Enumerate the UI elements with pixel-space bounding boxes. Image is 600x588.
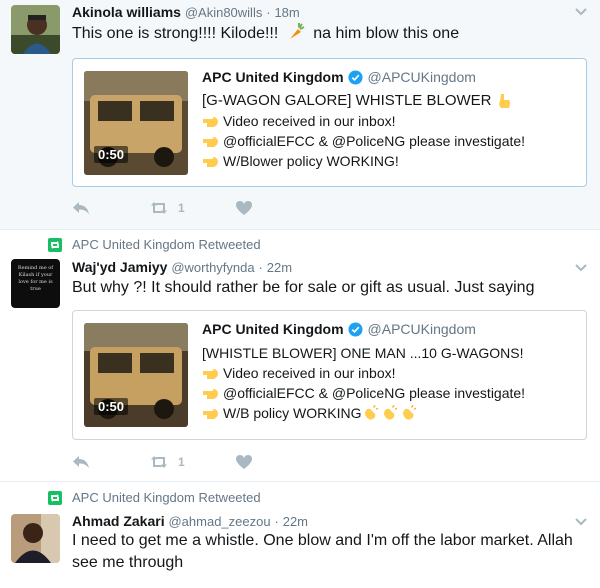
like-icon	[235, 201, 252, 215]
quoted-author-handle[interactable]: @APCUKingdom	[368, 69, 476, 85]
pointing-hand-emoji	[203, 157, 218, 167]
quoted-line-3: @officialEFCC & @PoliceNG please investi…	[202, 383, 525, 403]
quoted-tweet[interactable]: 0:50 APC United Kingdom @APCUKingdom [WH…	[72, 310, 587, 440]
reply-button[interactable]	[72, 454, 90, 470]
like-button[interactable]	[235, 454, 253, 470]
quoted-line-3: @officialEFCC & @PoliceNG please investi…	[202, 131, 525, 151]
author-handle[interactable]: @worthyfynda	[171, 260, 254, 275]
retweet-icon	[151, 456, 167, 468]
like-button[interactable]	[235, 200, 253, 216]
timestamp[interactable]: 22m	[283, 514, 308, 529]
quoted-line-1: [G-WAGON GALORE] WHISTLE BLOWER	[202, 91, 516, 111]
retweet-button[interactable]: 1	[150, 200, 185, 216]
video-duration: 0:50	[94, 398, 129, 415]
reply-button[interactable]	[72, 200, 90, 216]
video-duration: 0:50	[94, 146, 129, 163]
quoted-line-4-text: W/Blower policy WORKING!	[223, 153, 399, 169]
video-thumbnail[interactable]: 0:50	[84, 323, 188, 427]
retweet-icon	[151, 202, 167, 214]
retweet-context-label[interactable]: APC United Kingdom Retweeted	[72, 237, 261, 252]
quoted-line-3-text: @officialEFCC & @PoliceNG please investi…	[223, 133, 526, 149]
tweet-header: Ahmad Zakari @ahmad_zeezou · 22m	[72, 512, 308, 531]
author-name[interactable]: Waj'yd Jamiyy	[72, 259, 167, 275]
tweet-1[interactable]: Akinola williams @Akin80wills · 18m This…	[0, 0, 600, 230]
quoted-line-2: Video received in our inbox!	[202, 111, 396, 131]
tweet-text-part-2: na him blow this one	[313, 25, 460, 42]
tweet-text-part-1: This one is strong!!!! Kilode!!!	[72, 25, 279, 42]
tweet-3[interactable]: APC United Kingdom Retweeted Ahmad Zakar…	[0, 482, 600, 588]
avatar-caption: Remind me of Kilash if your love for me …	[17, 265, 54, 292]
quoted-author-name[interactable]: APC United Kingdom	[202, 69, 344, 85]
author-name[interactable]: Ahmad Zakari	[72, 513, 165, 529]
clapping-hands-emoji	[384, 405, 398, 420]
tweet-text: I need to get me a whistle. One blow and…	[72, 532, 573, 571]
author-handle[interactable]: @Akin80wills	[185, 5, 263, 20]
retweet-count: 1	[178, 455, 185, 469]
retweet-context: APC United Kingdom Retweeted	[48, 237, 261, 252]
quoted-header: APC United Kingdom @APCUKingdom	[202, 321, 476, 337]
quoted-line-2-text: Video received in our inbox!	[223, 113, 396, 129]
pointing-hand-emoji	[499, 94, 511, 108]
tweet-header: Akinola williams @Akin80wills · 18m	[72, 3, 300, 22]
like-icon	[235, 455, 252, 469]
retweet-button[interactable]: 1	[150, 454, 185, 470]
quoted-header: APC United Kingdom @APCUKingdom	[202, 69, 476, 85]
quoted-author-name[interactable]: APC United Kingdom	[202, 321, 344, 337]
quoted-line-1-text: [WHISTLE BLOWER] ONE MAN ...10 G-WAGONS!	[202, 345, 524, 361]
pointing-hand-emoji	[203, 117, 218, 127]
pointing-hand-emoji	[203, 369, 218, 379]
retweet-count: 1	[178, 201, 185, 215]
separator-dot: ·	[258, 260, 263, 275]
retweet-context-label[interactable]: APC United Kingdom Retweeted	[72, 490, 261, 505]
separator-dot: ·	[274, 514, 279, 529]
timestamp[interactable]: 18m	[274, 5, 299, 20]
carrot-emoji	[289, 23, 305, 39]
author-handle[interactable]: @ahmad_zeezou	[168, 514, 270, 529]
tweet-header: Waj'yd Jamiyy @worthyfynda · 22m	[72, 258, 292, 277]
quoted-line-4: W/B policy WORKING	[202, 403, 418, 423]
avatar[interactable]: Remind me of Kilash if your love for me …	[11, 259, 60, 308]
retweeted-icon	[48, 490, 62, 505]
retweeted-icon	[48, 237, 62, 252]
author-name[interactable]: Akinola williams	[72, 4, 181, 20]
pointing-hand-emoji	[203, 389, 218, 399]
clapping-hands-emoji	[365, 405, 379, 420]
quoted-line-1: [WHISTLE BLOWER] ONE MAN ...10 G-WAGONS!	[202, 343, 524, 363]
clapping-hands-emoji	[403, 405, 417, 420]
quoted-line-3-text: @officialEFCC & @PoliceNG please investi…	[223, 385, 526, 401]
reply-icon	[73, 456, 89, 468]
quoted-line-4: W/Blower policy WORKING!	[202, 151, 399, 171]
caret-down-icon[interactable]	[574, 5, 588, 19]
tweet-2[interactable]: APC United Kingdom Retweeted Remind me o…	[0, 230, 600, 482]
quoted-line-1-text: [G-WAGON GALORE] WHISTLE BLOWER	[202, 92, 492, 109]
caret-down-icon[interactable]	[574, 261, 588, 275]
verified-badge-icon	[348, 321, 363, 337]
pointing-hand-emoji	[203, 137, 218, 147]
tweet-actions: 1	[72, 198, 253, 218]
tweet-text: But why ?! It should rather be for sale …	[72, 279, 535, 296]
reply-icon	[73, 202, 89, 214]
quoted-tweet[interactable]: 0:50 APC United Kingdom @APCUKingdom [G-…	[72, 58, 587, 187]
verified-badge-icon	[348, 69, 363, 85]
pointing-hand-emoji	[203, 409, 218, 419]
tweet-text: This one is strong!!!! Kilode!!! na him …	[72, 23, 582, 45]
retweet-context: APC United Kingdom Retweeted	[48, 490, 261, 505]
quoted-line-4-text: W/B policy WORKING	[223, 405, 362, 421]
separator-dot: ·	[266, 5, 271, 20]
quoted-author-handle[interactable]: @APCUKingdom	[368, 321, 476, 337]
timestamp[interactable]: 22m	[267, 260, 292, 275]
tweet-actions: 1	[72, 452, 253, 472]
quoted-line-2-text: Video received in our inbox!	[223, 365, 396, 381]
quoted-line-2: Video received in our inbox!	[202, 363, 396, 383]
video-thumbnail[interactable]: 0:50	[84, 71, 188, 175]
avatar[interactable]	[11, 514, 60, 563]
avatar[interactable]	[11, 5, 60, 54]
caret-down-icon[interactable]	[574, 515, 588, 529]
